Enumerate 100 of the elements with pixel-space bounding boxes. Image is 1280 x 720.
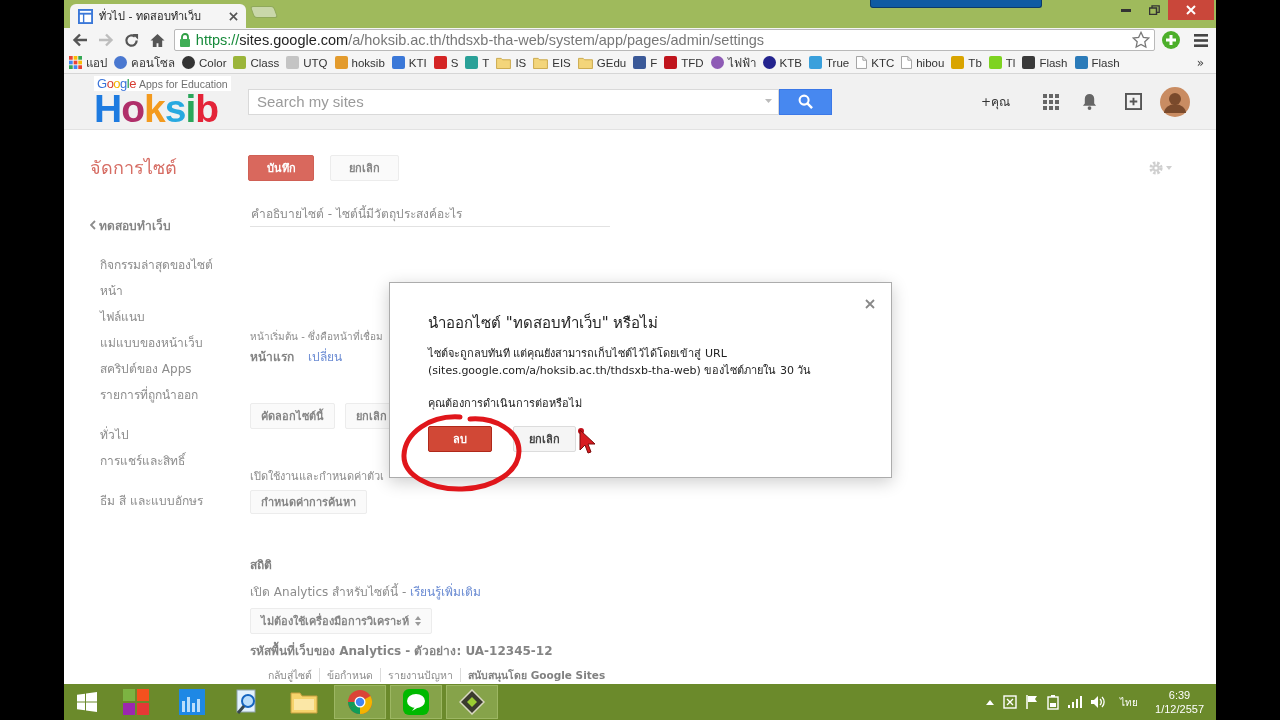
copy-site-button[interactable]: คัดลอกไซต์นี้ [250,403,335,429]
search-field[interactable]: Search my sites [248,88,779,115]
speaker-icon [1091,696,1106,708]
sidebar-item[interactable]: หน้า [100,282,123,300]
dropdown-caret-icon [765,98,772,103]
cancel-button[interactable]: ยกเลิก [330,154,399,181]
bookmark[interactable]: UTQ [285,56,329,69]
sidebar-item[interactable]: ทั่วไป [100,426,129,444]
signal-icon [1068,696,1083,708]
folder-icon [496,56,512,69]
search-icon [798,94,813,109]
bookmark[interactable]: IS [495,56,528,69]
taskbar-button[interactable] [446,685,498,719]
clock[interactable]: 6:39 1/12/2557 [1155,688,1204,716]
time-text: 6:39 [1168,688,1191,702]
learn-more-link[interactable]: เรียนรู้เพิ่มเติม [410,585,482,599]
tiles-icon [123,689,149,715]
date-text: 1/12/2557 [1155,702,1204,716]
tagline-text: Apps for Education [138,78,228,90]
cursor-arrow-icon [578,428,596,454]
user-link[interactable]: +คุณ [980,92,1010,111]
chevron-left-icon [90,220,96,230]
bookmark[interactable]: Color [181,56,228,69]
delete-button[interactable]: ลบ [428,426,492,452]
more-bookmarks-button[interactable]: » [1194,55,1206,70]
bookmark[interactable]: Flash [1021,56,1069,69]
close-icon [865,299,875,309]
page-icon [856,56,868,69]
close-button[interactable] [863,297,877,311]
window-panes-icon [77,692,97,712]
change-link[interactable]: เปลี่ยน [308,348,342,366]
bookmark[interactable]: Class [232,56,281,69]
sidebar-item[interactable]: แม่แบบของหน้าเว็บ [100,334,203,352]
close-window-button[interactable] [1168,0,1214,20]
bookmark[interactable]: KTC [855,56,896,69]
footer-link[interactable]: ข้อกำหนด [319,668,380,682]
site-logo-text: Hoksib [94,91,219,127]
star-icon [1132,31,1151,49]
back-arrow-icon [71,32,88,48]
footer-link[interactable]: รายงานปัญหา [380,668,460,682]
caret-icon [1166,165,1172,170]
sidebar-item[interactable]: ธีม สี และแบบอักษร [100,492,203,510]
search-settings-button[interactable]: กำหนดค่าการค้นหา [250,490,367,514]
sidebar-item[interactable]: รายการที่ถูกนำออก [100,386,198,404]
plus-box-icon [1124,93,1142,110]
folder-icon [290,690,318,714]
bookmark[interactable]: T [464,56,491,69]
property-id-text: รหัสพื้นที่เว็บของ Analytics - ตัวอย่าง: UA-12345-12 [250,642,553,660]
page-title: จัดการไซต์ [90,156,178,180]
apps-grid-icon [69,56,82,69]
browser-tab[interactable]: ทั่วไป - ทดสอบทำเว็บ [70,4,246,28]
address-bar[interactable]: https://sites.google.com/a/hoksib.ac.th/thdsxb-tha-web/system/app/pages/admin/settings [173,29,1156,51]
bookmark[interactable]: ไฟฟ้า [709,53,757,72]
bookmark[interactable]: hibou [900,56,946,69]
dialog-message: ไซต์จะถูกลบทันที แต่คุณยังสามารถเก็บไซต์ไว้ได้โดยเข้าสู่ URL (sites.google.com/a/hoksib.ac.th/thdsxb-tha-web) ของไซต์ภายใน 30 วัน [428,345,813,379]
bookmark[interactable]: KTB [761,56,803,69]
bookmark[interactable]: KTI [390,56,428,69]
language-indicator[interactable]: ไทย [1120,694,1139,710]
bookmark[interactable]: F [632,56,659,69]
bookmark[interactable]: True [808,56,851,69]
bookmark[interactable]: Tb [950,56,983,69]
reload-icon [124,32,140,48]
search-settings-text: เปิดใช้งานและกำหนดค่าตัวเ [250,469,384,485]
bookmark[interactable]: S [432,56,460,69]
sidebar-item[interactable]: ไฟล์แนบ [100,308,145,326]
menu-icon [1194,33,1208,47]
forward-arrow-icon [97,32,114,48]
sidebar-item[interactable]: กิจกรรมล่าสุดของไซต์ [100,256,213,274]
dialog-title: นำออกไซต์ "ทดสอบทำเว็บ" หรือไม่ [428,313,659,333]
search-button[interactable] [779,88,832,115]
start-page-value: หน้าแรก [250,349,294,366]
browser-icon [347,689,373,715]
footer-link[interactable]: สนับสนุนโดย Google Sites [460,668,613,682]
minimize-icon [1121,8,1131,12]
bookmark[interactable]: แอป [68,53,108,72]
bookmark[interactable]: คอนโซล [113,53,176,72]
section-heading: สถิติ [250,557,272,574]
bookmark[interactable]: hoksib [333,56,386,69]
analytics-select[interactable]: ไม่ต้องใช้เครื่องมือการวิเคราะห์ [250,608,432,634]
lock-icon [178,33,191,47]
brand-text: Google [97,76,136,91]
sidebar-item[interactable]: การแชร์และสิทธิ์ [100,452,185,470]
diamond-icon [459,689,485,715]
bookmark[interactable]: Flash [1073,56,1121,69]
page-icon [901,56,913,69]
back-link[interactable]: ทดสอบทำเว็บ [90,216,171,234]
cancel-button[interactable]: ยกเลิก [513,426,576,452]
footer-link[interactable]: กลับสู่ไซต์ [268,668,319,682]
page-layout-icon [78,8,93,24]
bookmark[interactable]: GEdu [576,56,628,69]
dialog-question: คุณต้องการดำเนินการต่อหรือไม่ [428,396,582,412]
updown-icon [415,616,421,626]
bookmark[interactable]: TFD [663,56,705,69]
bar-chart-icon [179,689,205,715]
bookmark[interactable]: EIS [532,56,572,69]
restore-icon [1148,5,1160,15]
description-field[interactable]: คำอธิบายไซต์ - ไซต์นี้มีวัตถุประสงค์อะไร [250,202,610,227]
start-page-label: หน้าเริ่มต้น - ซึ่งคือหน้าที่เชื่อม [250,328,383,344]
bookmark[interactable]: Tl [987,56,1017,69]
sidebar-item[interactable]: สคริปต์ของ Apps [100,360,192,378]
